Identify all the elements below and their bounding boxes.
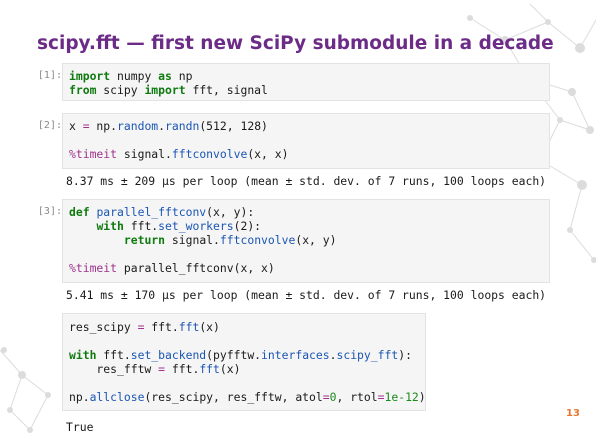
code-token-eq: = [322, 390, 330, 404]
cell-prompt: [2]: [37, 120, 62, 131]
code-token: scipy [96, 83, 145, 97]
code-line: with fft.set_workers(2): [69, 219, 337, 233]
code-token-kw: import [69, 69, 111, 83]
code-line: x = np.random.randn(512, 128) [69, 119, 288, 133]
code-token-fn: scipy_fft [336, 348, 399, 362]
code-token-kw: import [144, 83, 186, 97]
code-token: fft. [123, 219, 159, 233]
code-token-eq: = [82, 119, 90, 133]
code-token-eq: = [377, 390, 385, 404]
code-line: import numpy as np [69, 69, 268, 83]
code-line: res_fftw = fft.fft(x) [69, 362, 426, 376]
code-token-fn: set_backend [130, 348, 207, 362]
cell-output: 8.37 ms ± 209 µs per loop (mean ± std. d… [66, 174, 547, 188]
code-token: (x, y): [206, 205, 255, 219]
code-token-kw: def [69, 205, 90, 219]
code-token: fft, signal [185, 83, 268, 97]
code-token: ) [418, 390, 426, 404]
code-token: fft. [165, 362, 200, 376]
code-token-num: 1e-12 [384, 390, 419, 404]
cell-prompt: [3]: [37, 206, 62, 217]
code-token: signal. [165, 233, 220, 247]
code-token: (512, 128) [199, 119, 268, 133]
code-token-fn: allclose [89, 390, 145, 404]
code-token-mg: %timeit [69, 147, 118, 161]
code-token: parallel_fftconv(x, x) [117, 261, 275, 275]
code-token: (pyfftw. [206, 348, 262, 362]
code-cell-3[interactable]: def parallel_fftconv(x, y): with fft.set… [62, 199, 550, 283]
code-token: x [69, 119, 83, 133]
code-token-fn: interfaces [261, 348, 330, 362]
code-token: np [171, 69, 193, 83]
code-token: res_fftw [69, 362, 159, 376]
code-token: (x) [199, 320, 220, 334]
code-token: numpy [110, 69, 159, 83]
code-token: signal. [117, 147, 172, 161]
code-token: fft. [96, 348, 131, 362]
code-cell-2[interactable]: x = np.random.randn(512, 128) %timeit si… [62, 113, 550, 169]
code-token: np. [89, 119, 118, 133]
slide-title: scipy.fft — first new SciPy submodule in… [37, 33, 554, 54]
code-cell-4[interactable]: res_scipy = fft.fft(x) with fft.set_back… [62, 313, 426, 411]
code-token-kw: return [123, 233, 166, 247]
code-token: (x) [219, 362, 241, 376]
code-line: return signal.fftconvolve(x, y) [69, 233, 337, 247]
code-token-fn: parallel_fftconv [96, 205, 207, 219]
code-token: np. [69, 390, 90, 404]
cell-output: 5.41 ms ± 170 µs per loop (mean ± std. d… [66, 288, 547, 302]
code-token: . [158, 119, 166, 133]
code-token: (x, y) [295, 233, 337, 247]
code-block: res_scipy = fft.fft(x) with fft.set_back… [69, 320, 426, 404]
cell-prompt: [1]: [37, 70, 62, 81]
code-token: fft. [144, 320, 179, 334]
code-token-fn: randn [165, 119, 200, 133]
code-token-fn: fftconvolve [219, 233, 296, 247]
code-token: (res_scipy, res_fftw, atol [144, 390, 323, 404]
code-token-kw: from [69, 83, 97, 97]
cell-output: True [66, 420, 94, 434]
code-line: with fft.set_backend(pyfftw.interfaces.s… [69, 348, 426, 362]
code-line: res_scipy = fft.fft(x) [69, 320, 426, 334]
code-token: , rtol [336, 390, 378, 404]
code-block: x = np.random.randn(512, 128) %timeit si… [69, 119, 288, 161]
code-token-fn: fft [199, 362, 220, 376]
code-token: (2): [233, 219, 262, 233]
code-token-kw: as [158, 69, 172, 83]
code-token: (x, x) [247, 147, 289, 161]
code-token-eq: = [158, 362, 166, 376]
code-line: def parallel_fftconv(x, y): [69, 205, 337, 219]
code-token-fn: fftconvolve [171, 147, 248, 161]
code-line: %timeit signal.fftconvolve(x, x) [69, 147, 288, 161]
code-line: from scipy import fft, signal [69, 83, 268, 97]
code-token-mg: %timeit [69, 261, 118, 275]
code-block: def parallel_fftconv(x, y): with fft.set… [69, 205, 337, 275]
code-token-kw: with [96, 219, 124, 233]
code-token-fn: random [117, 119, 159, 133]
code-token: ): [398, 348, 412, 362]
code-token-fn: set_workers [158, 219, 234, 233]
page-number: 13 [566, 408, 580, 419]
code-token-kw: with [69, 348, 97, 362]
code-token: res_scipy [69, 320, 138, 334]
code-line: %timeit parallel_fftconv(x, x) [69, 261, 337, 275]
code-cell-1[interactable]: import numpy as np from scipy import fft,… [62, 63, 550, 101]
code-line: np.allclose(res_scipy, res_fftw, atol=0,… [69, 390, 426, 404]
code-block: import numpy as np from scipy import fft,… [69, 69, 268, 97]
code-token-fn: fft [178, 320, 200, 334]
